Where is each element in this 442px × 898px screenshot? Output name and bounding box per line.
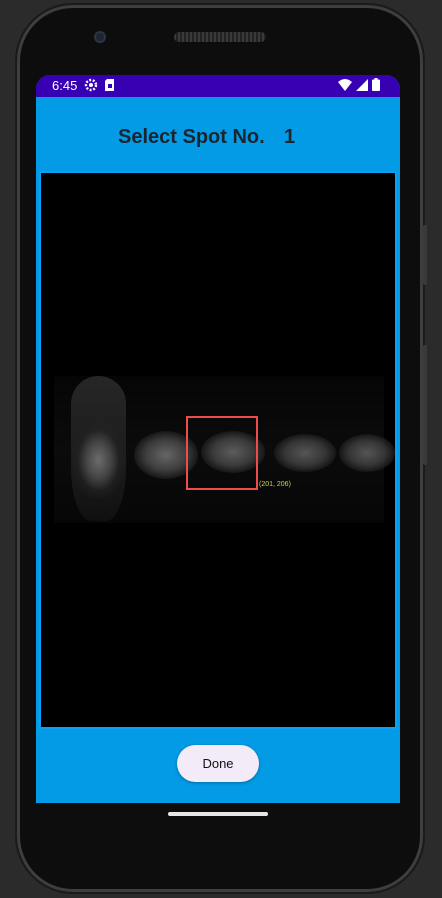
selection-coordinates: (201, 206) — [259, 481, 291, 488]
status-bar: 6:45 — [36, 75, 400, 97]
volume-button — [423, 345, 427, 465]
wifi-icon — [338, 78, 352, 91]
front-camera — [94, 31, 106, 43]
status-left-icons — [84, 78, 115, 92]
home-indicator[interactable] — [168, 812, 268, 816]
status-right-icons — [338, 78, 380, 91]
earpiece-speaker — [174, 32, 266, 42]
gel-band-4 — [274, 434, 336, 472]
power-button — [423, 225, 427, 285]
gel-band-1 — [71, 376, 126, 521]
battery-icon — [372, 78, 380, 91]
sim-card-icon — [105, 79, 114, 91]
app-screen: 6:45 Select Spot No. 1 (201, 206) Done — [36, 75, 400, 803]
gel-band-5 — [339, 434, 395, 472]
gel-image-view[interactable]: (201, 206) — [39, 171, 397, 729]
status-time: 6:45 — [52, 78, 78, 93]
signal-icon — [356, 78, 368, 91]
settings-gear-icon — [84, 78, 98, 92]
spot-number: 1 — [284, 126, 296, 148]
done-button[interactable]: Done — [177, 745, 259, 782]
page-title: Select Spot No. — [118, 126, 265, 148]
header: Select Spot No. 1 — [36, 123, 400, 153]
spot-selection-box[interactable] — [186, 416, 258, 490]
